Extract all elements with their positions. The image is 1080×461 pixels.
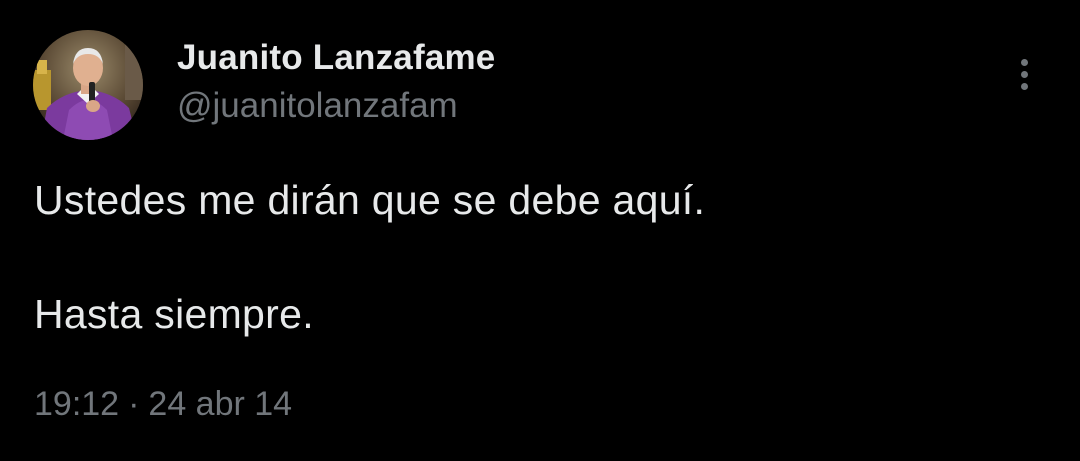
priest-portrait-icon: [33, 30, 143, 140]
more-vertical-icon: [1020, 82, 1028, 90]
display-name[interactable]: Juanito Lanzafame: [177, 38, 495, 78]
more-options-button[interactable]: [1006, 52, 1042, 96]
more-vertical-icon: [1020, 58, 1028, 66]
avatar[interactable]: [33, 30, 143, 140]
tweet-text-line: Hasta siempre.: [34, 291, 314, 337]
more-vertical-icon: [1020, 70, 1028, 78]
tweet-card: Juanito Lanzafame @juanitolanzafam Usted…: [0, 0, 1080, 461]
meta-separator: ·: [128, 385, 140, 423]
user-handle[interactable]: @juanitolanzafam: [177, 86, 458, 126]
tweet-date: 24 abr 14: [148, 385, 293, 423]
tweet-timestamp[interactable]: 19:12 · 24 abr 14: [34, 385, 292, 424]
tweet-text: Ustedes me dirán que se debe aquí. Hasta…: [34, 172, 1044, 343]
tweet-text-line: Ustedes me dirán que se debe aquí.: [34, 177, 706, 223]
tweet-time: 19:12: [34, 385, 120, 423]
